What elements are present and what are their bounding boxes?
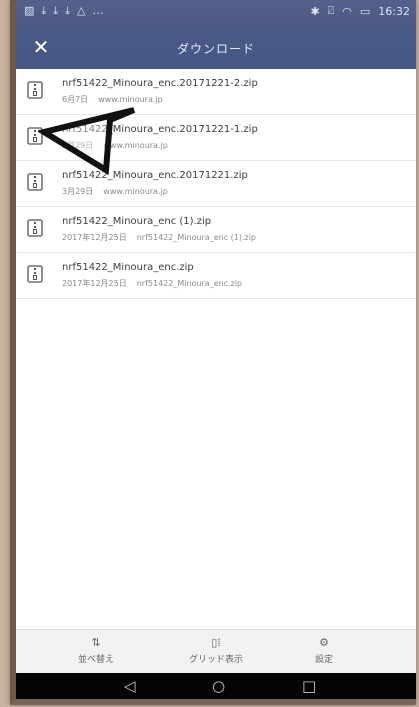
file-source: www.minoura.jp	[103, 187, 168, 196]
home-icon[interactable]: ○	[212, 677, 225, 695]
page-title: ダウンロード	[176, 42, 255, 56]
sort-label: 並べ替え	[77, 655, 114, 665]
grid-view-button[interactable]: ▯⁞ グリッド表示	[176, 634, 256, 665]
system-icons: ✱ ⍁ ◠ ▭ 16:32	[310, 4, 410, 18]
clock: 16:32	[378, 4, 410, 18]
notification-icons: ▨ ⤓ ⤓ ⤓ △ …	[24, 4, 106, 18]
zip-file-icon	[27, 81, 43, 99]
settings-button[interactable]: ⚙ 設定	[284, 634, 364, 665]
file-name: nrf51422_Minoura_enc.20171221-2.zip	[62, 78, 258, 89]
grid-label: グリッド表示	[188, 655, 243, 665]
list-item[interactable]: nrf51422_Minoura_enc (1).zip 2017年12月25日…	[16, 207, 416, 253]
recents-icon[interactable]: □	[302, 677, 316, 695]
file-date: 2017年12月25日	[62, 279, 127, 288]
file-meta: 3月29日 www.minoura.jp	[62, 186, 168, 197]
download-icon: ⤓	[65, 4, 73, 17]
status-bar: ▨ ⤓ ⤓ ⤓ △ … ✱ ⍁ ◠ ▭ 16:32	[16, 0, 416, 22]
file-source: www.minoura.jp	[98, 95, 163, 104]
file-date: 6月7日	[62, 95, 89, 104]
file-date: 2017年12月25日	[62, 233, 127, 242]
sort-button[interactable]: ⇅ 並べ替え	[56, 634, 136, 665]
grid-icon: ▯⁞	[211, 636, 221, 649]
bottom-toolbar: ⇅ 並べ替え ▯⁞ グリッド表示 ⚙ 設定	[16, 629, 416, 674]
list-item[interactable]: nrf51422_Minoura_enc.zip 2017年12月25日 nrf5…	[16, 253, 416, 299]
file-meta: 2017年12月25日 nrf51422_Minoura_enc.zip	[62, 278, 242, 289]
pointer-cursor-icon	[38, 107, 136, 176]
download-icon: ⤓	[41, 4, 49, 17]
sort-icon: ⇅	[91, 636, 101, 649]
back-icon[interactable]: ◁	[124, 677, 136, 695]
file-date: 3月29日	[62, 187, 94, 196]
vibrate-icon: ⍁	[327, 4, 335, 17]
more-icon: …	[92, 4, 106, 17]
battery-icon: ▭	[359, 4, 371, 18]
bluetooth-icon: ✱	[310, 4, 320, 18]
top-bar: ▨ ⤓ ⤓ ⤓ △ … ✱ ⍁ ◠ ▭ 16:32 ✕ ダウンロード	[16, 0, 416, 69]
zip-file-icon	[27, 219, 43, 237]
gear-icon: ⚙	[319, 636, 329, 649]
file-name: nrf51422_Minoura_enc (1).zip	[62, 216, 212, 227]
wifi-icon: ◠	[342, 4, 352, 18]
download-icon: ⤓	[53, 4, 61, 17]
phone-screen: ▨ ⤓ ⤓ ⤓ △ … ✱ ⍁ ◠ ▭ 16:32 ✕ ダウンロード nrf51…	[10, 0, 416, 705]
file-source: nrf51422_Minoura_enc (1).zip	[136, 233, 257, 242]
gallery-icon: ▨	[24, 4, 37, 17]
app-bar: ✕ ダウンロード	[16, 30, 416, 66]
warning-icon: △	[77, 4, 88, 17]
file-name: nrf51422_Minoura_enc.zip	[62, 262, 194, 273]
system-nav-bar: ◁ ○ □	[16, 673, 416, 699]
file-source: nrf51422_Minoura_enc.zip	[136, 279, 243, 288]
file-meta: 2017年12月25日 nrf51422_Minoura_enc (1).zip	[62, 232, 256, 243]
zip-file-icon	[27, 265, 43, 283]
settings-label: 設定	[314, 655, 333, 665]
